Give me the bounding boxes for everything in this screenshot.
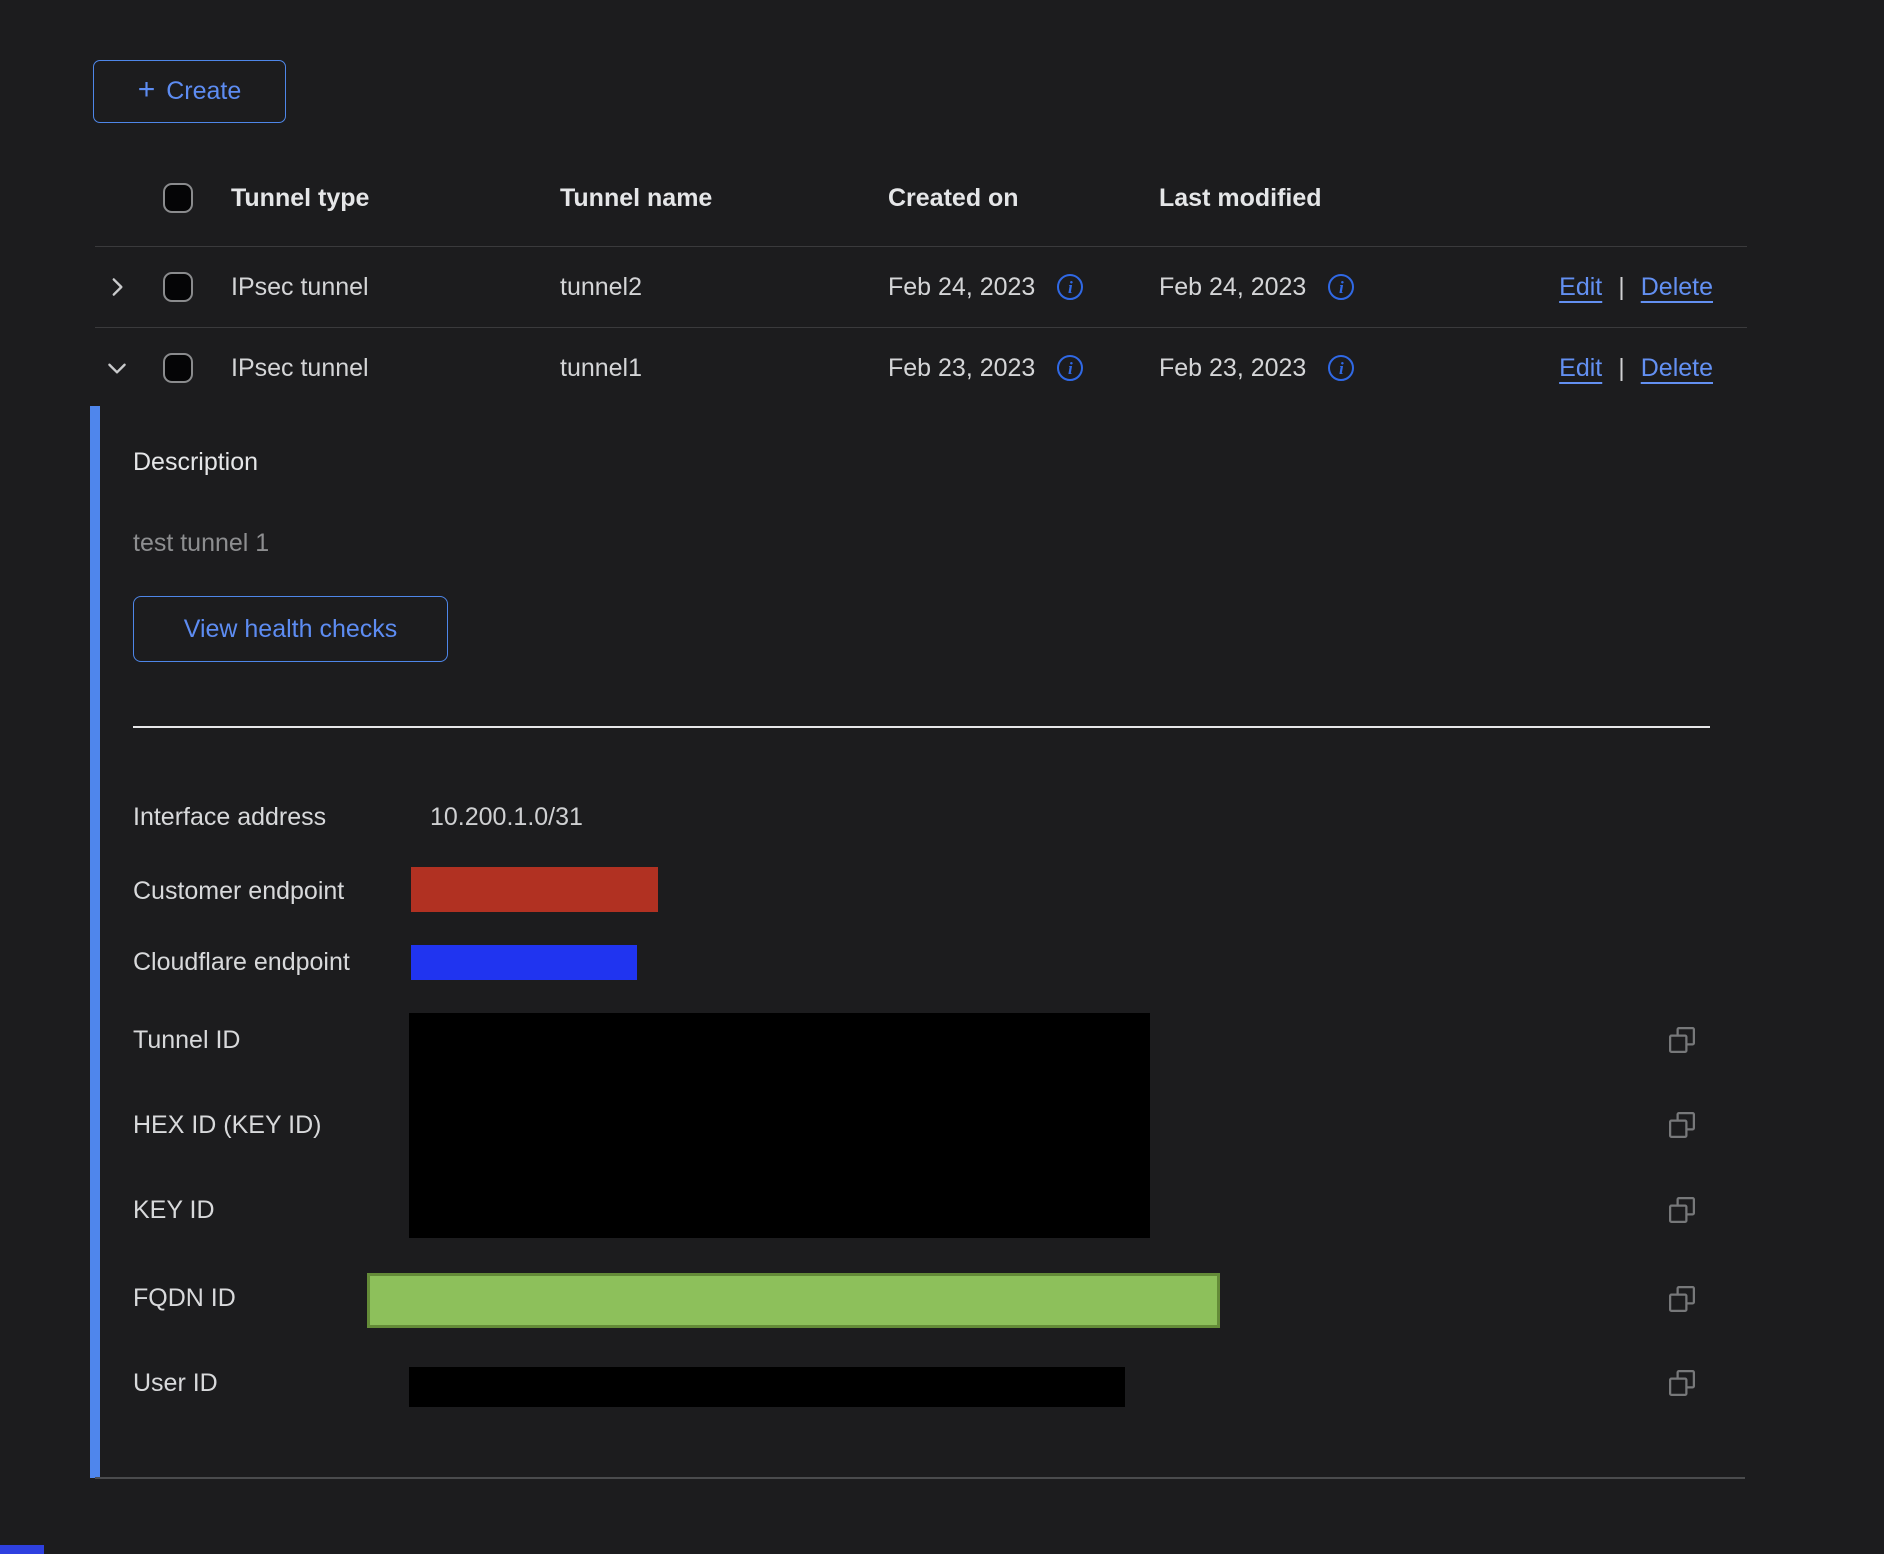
user-id-redaction <box>409 1367 1125 1407</box>
chevron-down-icon[interactable] <box>97 348 137 388</box>
key-id-label: KEY ID <box>133 1195 215 1225</box>
row-checkbox[interactable] <box>163 353 193 383</box>
action-separator: | <box>1618 273 1625 302</box>
cell-tunnel-name: tunnel1 <box>560 354 888 383</box>
copy-key-id-icon[interactable] <box>1667 1195 1697 1225</box>
fqdn-id-label: FQDN ID <box>133 1283 236 1313</box>
info-icon[interactable]: i <box>1328 274 1354 300</box>
customer-endpoint-label: Customer endpoint <box>133 876 344 906</box>
panel-bottom-divider <box>95 1477 1745 1479</box>
delete-link[interactable]: Delete <box>1641 354 1713 383</box>
tunnels-table: Tunnel type Tunnel name Created on Last … <box>95 150 1747 408</box>
edit-link[interactable]: Edit <box>1559 273 1602 302</box>
ids-redaction <box>409 1013 1150 1238</box>
row-checkbox[interactable] <box>163 272 193 302</box>
table-row: IPsec tunnel tunnel1 Feb 23, 2023 i Feb … <box>95 328 1747 408</box>
cell-created-on: Feb 24, 2023 <box>888 273 1035 302</box>
description-value: test tunnel 1 <box>133 528 269 558</box>
expanded-detail-panel: Description test tunnel 1 View health ch… <box>0 406 1884 1478</box>
copy-fqdn-id-icon[interactable] <box>1667 1284 1697 1314</box>
tunnel-id-label: Tunnel ID <box>133 1025 240 1055</box>
fqdn-id-redaction <box>367 1273 1220 1328</box>
cell-last-modified: Feb 24, 2023 <box>1159 273 1306 302</box>
header-last-modified: Last modified <box>1159 184 1442 213</box>
header-created-on: Created on <box>888 184 1159 213</box>
table-row: IPsec tunnel tunnel2 Feb 24, 2023 i Feb … <box>95 247 1747 327</box>
cell-tunnel-type: IPsec tunnel <box>231 354 560 383</box>
chevron-right-icon[interactable] <box>97 267 137 307</box>
info-icon[interactable]: i <box>1057 274 1083 300</box>
select-all-checkbox[interactable] <box>163 183 193 213</box>
header-tunnel-name: Tunnel name <box>560 184 888 213</box>
copy-hex-id-icon[interactable] <box>1667 1110 1697 1140</box>
user-id-label: User ID <box>133 1368 218 1398</box>
create-button[interactable]: + Create <box>93 60 286 123</box>
create-button-label: Create <box>166 77 241 106</box>
delete-link[interactable]: Delete <box>1641 273 1713 302</box>
cell-created-on: Feb 23, 2023 <box>888 354 1035 383</box>
edit-link[interactable]: Edit <box>1559 354 1602 383</box>
cell-tunnel-name: tunnel2 <box>560 273 888 302</box>
info-icon[interactable]: i <box>1328 355 1354 381</box>
cell-last-modified: Feb 23, 2023 <box>1159 354 1306 383</box>
info-icon[interactable]: i <box>1057 355 1083 381</box>
copy-user-id-icon[interactable] <box>1667 1368 1697 1398</box>
interface-address-label: Interface address <box>133 802 326 832</box>
description-label: Description <box>133 447 258 477</box>
interface-address-value: 10.200.1.0/31 <box>430 802 583 832</box>
plus-icon: + <box>138 75 156 105</box>
table-header-row: Tunnel type Tunnel name Created on Last … <box>95 150 1747 246</box>
cell-tunnel-type: IPsec tunnel <box>231 273 560 302</box>
view-health-checks-button[interactable]: View health checks <box>133 596 448 662</box>
customer-endpoint-redaction <box>411 867 658 912</box>
hex-id-label: HEX ID (KEY ID) <box>133 1110 321 1140</box>
page: + Create Tunnel type Tunnel name Created… <box>0 0 1884 1554</box>
cloudflare-endpoint-redaction <box>411 945 637 980</box>
action-separator: | <box>1618 354 1625 383</box>
expansion-accent-bar <box>90 406 100 1478</box>
header-tunnel-type: Tunnel type <box>231 184 560 213</box>
section-divider <box>133 726 1710 728</box>
bottom-scroll-indicator <box>0 1545 44 1554</box>
copy-tunnel-id-icon[interactable] <box>1667 1025 1697 1055</box>
cloudflare-endpoint-label: Cloudflare endpoint <box>133 947 350 977</box>
